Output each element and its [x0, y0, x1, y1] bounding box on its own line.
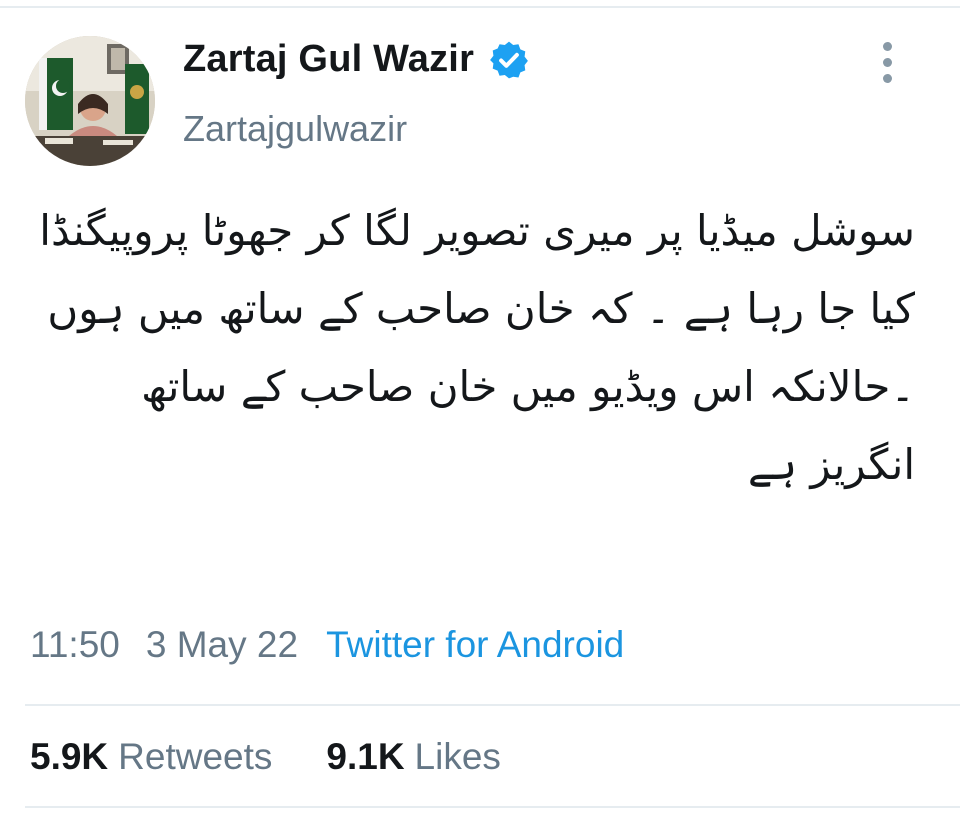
stats-divider: [25, 806, 960, 808]
avatar-photo: [25, 36, 155, 166]
author-name[interactable]: Zartaj Gul Wazir: [183, 38, 474, 81]
tweet-source-link[interactable]: Twitter for Android: [326, 624, 624, 666]
likes-label: Likes: [414, 736, 501, 777]
tweet-time[interactable]: 11:50: [30, 624, 120, 666]
more-vertical-icon[interactable]: [872, 42, 902, 92]
author-handle[interactable]: Zartajgulwazir: [183, 108, 407, 150]
top-divider: [0, 6, 960, 8]
meta-divider: [25, 704, 960, 706]
author-name-row: Zartaj Gul Wazir: [183, 38, 530, 81]
avatar[interactable]: [25, 36, 155, 166]
retweets-label: Retweets: [118, 736, 273, 777]
tweet-stats: 5.9K Retweets 9.1K Likes: [30, 736, 501, 778]
more-dot: [882, 58, 892, 67]
retweets-stat[interactable]: 5.9K Retweets: [30, 736, 272, 778]
verified-badge-icon: [490, 41, 528, 78]
retweets-count: 5.9K: [30, 736, 109, 777]
tweet-meta: 11:50 3 May 22 Twitter for Android: [30, 624, 624, 666]
tweet-text: سوشل میڈیا پر میری تصویر لگا کر جھوٹا پر…: [39, 206, 915, 489]
tweet-date[interactable]: 3 May 22: [146, 624, 298, 666]
likes-stat[interactable]: 9.1K Likes: [326, 736, 501, 778]
more-dot: [882, 74, 892, 83]
likes-count: 9.1K: [326, 736, 405, 777]
more-dot: [882, 42, 892, 51]
